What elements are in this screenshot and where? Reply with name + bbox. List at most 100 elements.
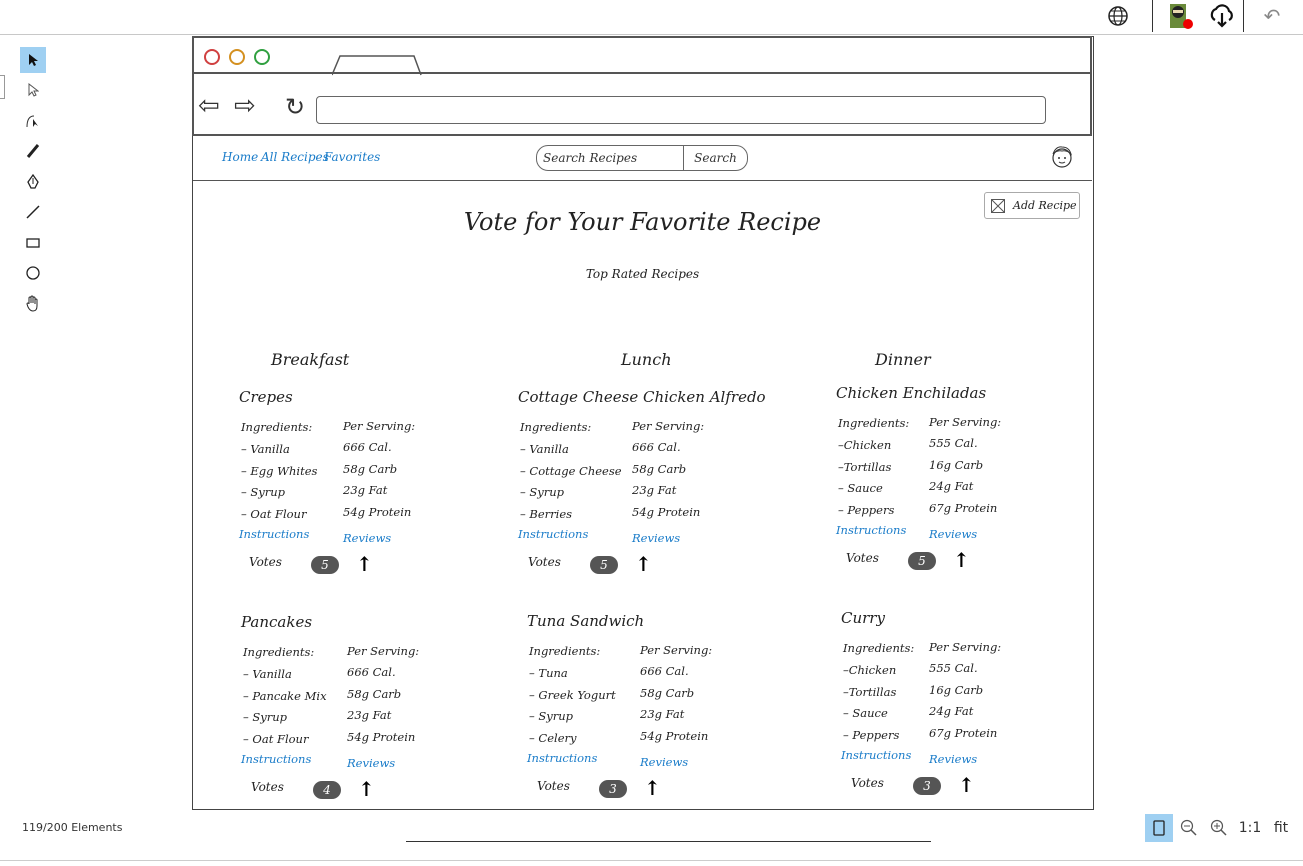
element-count: 119/200 Elements: [22, 821, 123, 834]
nutrition-item: 58g Carb: [347, 686, 402, 701]
reviews-link[interactable]: Reviews: [929, 527, 977, 541]
select-tool-icon[interactable]: [20, 47, 46, 73]
zoom-actual-size-button[interactable]: 1:1: [1236, 814, 1264, 842]
ingredient-item: – Syrup: [529, 709, 574, 723]
reviews-link[interactable]: Reviews: [347, 756, 395, 770]
nutrition-item: 555 Cal.: [929, 436, 978, 450]
nutrition-item: 58g Carb: [632, 461, 687, 476]
per-serving-label: Per Serving:: [343, 419, 416, 433]
nutrition-item: 67g Protein: [929, 500, 998, 515]
ingredient-item: – Syrup: [520, 485, 565, 499]
rectangle-tool-icon[interactable]: [20, 230, 46, 256]
cloud-download-icon[interactable]: [1208, 2, 1236, 30]
nutrition-item: 23g Fat: [347, 708, 392, 722]
instructions-link[interactable]: Instructions: [518, 527, 588, 541]
hand-tool-icon[interactable]: [20, 291, 46, 317]
upvote-arrow-icon[interactable]: ↑: [644, 778, 661, 798]
reviews-link[interactable]: Reviews: [640, 755, 688, 769]
line-tool-icon[interactable]: [20, 199, 46, 225]
undo-icon[interactable]: ↶: [1258, 2, 1286, 30]
nutrition-item: 54g Protein: [632, 504, 701, 519]
ingredient-item: – Vanilla: [241, 442, 290, 456]
maximize-dot-icon: [254, 49, 270, 65]
ingredients-label: Ingredients:: [241, 420, 313, 434]
upvote-arrow-icon[interactable]: ↑: [358, 779, 375, 799]
ingredient-item: – Egg Whites: [241, 463, 318, 478]
ingredient-item: – Celery: [529, 730, 577, 745]
user-avatar-icon: [1049, 144, 1075, 170]
recipe-name: Crepes: [239, 388, 293, 406]
recipe-card: Crepes Ingredients: Per Serving: – Vanilla 6…: [239, 388, 499, 588]
ingredients-label: Ingredients:: [843, 641, 915, 655]
ingredient-item: – Tuna: [529, 666, 568, 680]
nav-favorites-link[interactable]: Favorites: [324, 150, 380, 164]
recipe-name: Cottage Cheese Chicken Alfredo: [518, 388, 766, 406]
zoom-fit-button[interactable]: fit: [1268, 814, 1294, 842]
instructions-link[interactable]: Instructions: [841, 748, 911, 762]
reviews-link[interactable]: Reviews: [343, 531, 391, 545]
ellipse-tool-icon[interactable]: [20, 260, 46, 286]
vote-count-badge: 5: [908, 552, 936, 570]
upvote-arrow-icon[interactable]: ↑: [958, 775, 975, 795]
zoom-out-icon[interactable]: [1175, 814, 1203, 842]
globe-icon[interactable]: [1104, 2, 1132, 30]
votes-label: Votes: [537, 779, 570, 793]
instructions-link[interactable]: Instructions: [241, 752, 311, 766]
nutrition-item: 54g Protein: [640, 728, 709, 743]
panel-handle[interactable]: [0, 75, 5, 99]
pen-tool-icon[interactable]: [20, 169, 46, 195]
votes-label: Votes: [249, 555, 282, 569]
nutrition-item: 54g Protein: [343, 504, 412, 519]
pencil-tool-icon[interactable]: [20, 138, 46, 164]
votes-label: Votes: [251, 780, 284, 794]
ingredient-item: – Oat Flour: [241, 506, 307, 521]
nutrition-item: 666 Cal.: [640, 664, 689, 678]
vote-count-badge: 4: [313, 781, 341, 799]
ingredients-label: Ingredients:: [520, 420, 592, 434]
ingredient-item: –Tortillas: [843, 684, 897, 699]
ninja-avatar-icon[interactable]: [1166, 2, 1194, 30]
ingredient-item: – Oat Flour: [243, 731, 309, 746]
toolbar-separator: [1243, 0, 1244, 32]
votes-label: Votes: [851, 776, 884, 790]
per-serving-label: Per Serving:: [929, 640, 1002, 654]
upvote-arrow-icon[interactable]: ↑: [953, 550, 970, 570]
nutrition-item: 54g Protein: [347, 729, 416, 744]
votes-label: Votes: [846, 551, 879, 565]
forward-arrow-icon: ⇨: [234, 91, 256, 121]
browser-tab: [332, 55, 422, 76]
zoom-in-icon[interactable]: [1205, 814, 1233, 842]
ingredients-label: Ingredients:: [529, 644, 601, 658]
recipe-card: Cottage Cheese Chicken Alfredo Ingredient…: [518, 388, 778, 588]
nav-home-link[interactable]: Home: [222, 150, 258, 164]
back-arrow-icon: ⇦: [198, 91, 220, 121]
ingredient-item: – Sauce: [838, 481, 883, 495]
device-view-icon[interactable]: [1145, 814, 1173, 842]
instructions-link[interactable]: Instructions: [527, 751, 597, 765]
search-input[interactable]: Search Recipes: [536, 145, 684, 171]
upvote-arrow-icon[interactable]: ↑: [635, 554, 652, 574]
nutrition-item: 16g Carb: [929, 457, 984, 472]
ingredient-item: – Syrup: [243, 710, 288, 724]
reviews-link[interactable]: Reviews: [929, 752, 977, 766]
recipe-card: Chicken Enchiladas Ingredients: Per Servin…: [836, 384, 1096, 584]
instructions-link[interactable]: Instructions: [239, 527, 309, 541]
per-serving-label: Per Serving:: [347, 644, 420, 658]
reviews-link[interactable]: Reviews: [632, 531, 680, 545]
upvote-arrow-icon[interactable]: ↑: [356, 554, 373, 574]
url-field: [316, 96, 1046, 124]
instructions-link[interactable]: Instructions: [836, 523, 906, 537]
search-button[interactable]: Search: [683, 145, 748, 171]
ingredient-item: – Sauce: [843, 706, 888, 720]
bezier-tool-icon[interactable]: [20, 108, 46, 134]
direct-select-tool-icon[interactable]: [20, 77, 46, 103]
ingredient-item: – Peppers: [838, 502, 895, 517]
per-serving-label: Per Serving:: [929, 415, 1002, 429]
nav-all-recipes-link[interactable]: All Recipes: [261, 150, 329, 164]
ingredient-item: – Cottage Cheese: [520, 463, 622, 478]
horizontal-scrollbar[interactable]: [406, 841, 931, 842]
nutrition-item: 666 Cal.: [632, 440, 681, 454]
ingredient-item: – Vanilla: [243, 667, 292, 681]
vote-count-badge: 5: [311, 556, 339, 574]
nutrition-item: 666 Cal.: [343, 440, 392, 454]
